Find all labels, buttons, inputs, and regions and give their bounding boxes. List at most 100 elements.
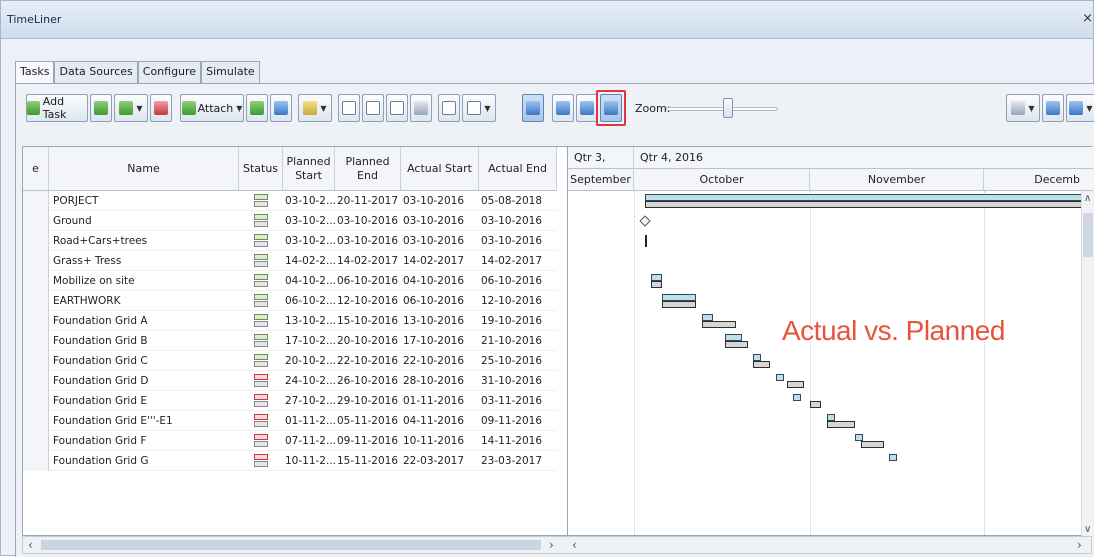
task-name-cell[interactable]: Grass+ Tress	[53, 251, 237, 271]
actual-end-cell[interactable]: 09-11-2016	[481, 411, 557, 431]
outdent-button[interactable]	[410, 94, 432, 122]
task-name-cell[interactable]: Mobilize on site	[53, 271, 237, 291]
actual-end-cell[interactable]: 14-02-2017	[481, 251, 557, 271]
add-comment-button[interactable]	[438, 94, 460, 122]
planned-end-cell[interactable]: 14-02-2017	[337, 251, 401, 271]
insert-task-button[interactable]	[90, 94, 112, 122]
planned-end-cell[interactable]: 26-10-2016	[337, 371, 401, 391]
scroll-left-icon[interactable]: ‹	[28, 538, 33, 552]
table-row[interactable]: Foundation Grid C 20-10-2... 22-10-2016 22-…	[23, 351, 557, 371]
actual-start-cell[interactable]: 10-11-2016	[403, 431, 479, 451]
task-name-cell[interactable]: Foundation Grid E'''-E1	[53, 411, 237, 431]
table-row[interactable]: Foundation Grid F 07-11-2... 09-11-2016 10-…	[23, 431, 557, 451]
actual-start-cell[interactable]: 03-10-2016	[403, 231, 479, 251]
row-selector[interactable]	[23, 391, 49, 411]
planned-start-cell[interactable]: 14-02-2...	[285, 251, 335, 271]
row-selector[interactable]	[23, 411, 49, 431]
planned-start-cell[interactable]: 10-11-2...	[285, 451, 335, 471]
close-icon[interactable]: ×	[1082, 11, 1093, 26]
actual-start-cell[interactable]: 01-11-2016	[403, 391, 479, 411]
planned-start-cell[interactable]: 03-10-2...	[285, 231, 335, 251]
actual-start-cell[interactable]: 14-02-2017	[403, 251, 479, 271]
move-up-button[interactable]	[338, 94, 360, 122]
planned-start-cell[interactable]: 17-10-2...	[285, 331, 335, 351]
planned-end-cell[interactable]: 15-10-2016	[337, 311, 401, 331]
row-selector[interactable]	[23, 251, 49, 271]
tab-tasks[interactable]: Tasks	[15, 61, 55, 84]
planned-start-cell[interactable]: 04-10-2...	[285, 271, 335, 291]
row-selector[interactable]	[23, 371, 49, 391]
find-items-button[interactable]: ▼	[298, 94, 332, 122]
show-planned-vs-actual-button[interactable]	[576, 94, 598, 122]
task-name-cell[interactable]: Foundation Grid D	[53, 371, 237, 391]
table-row[interactable]: Foundation Grid G 10-11-2... 15-11-2016 22-…	[23, 451, 557, 471]
actual-start-cell[interactable]: 28-10-2016	[403, 371, 479, 391]
gantt-horizontal-scrollbar[interactable]: ‹ ›	[567, 537, 1091, 553]
task-name-cell[interactable]: EARTHWORK	[53, 291, 237, 311]
table-row[interactable]: Ground 03-10-2... 03-10-2016 03-10-2016 03-1…	[23, 211, 557, 231]
actual-end-cell[interactable]: 23-03-2017	[481, 451, 557, 471]
planned-bar[interactable]	[645, 194, 1082, 201]
scroll-right-icon[interactable]: ›	[549, 538, 554, 552]
import-button[interactable]	[1042, 94, 1064, 122]
actual-end-cell[interactable]: 12-10-2016	[481, 291, 557, 311]
table-row[interactable]: PORJECT 03-10-2... 20-11-2017 03-10-2016 05-…	[23, 191, 557, 211]
table-row[interactable]: Foundation Grid E'''-E1 01-11-2... 05-11-2…	[23, 411, 557, 431]
indent-button[interactable]	[386, 94, 408, 122]
planned-start-cell[interactable]: 20-10-2...	[285, 351, 335, 371]
columns-button[interactable]: ▼	[462, 94, 496, 122]
planned-start-cell[interactable]: 13-10-2...	[285, 311, 335, 331]
column-header-planned-end[interactable]: Planned End	[335, 147, 401, 191]
table-row[interactable]: Mobilize on site 04-10-2... 06-10-2016 04-1…	[23, 271, 557, 291]
gantt-milestone[interactable]	[639, 215, 652, 227]
actual-end-cell[interactable]: 19-10-2016	[481, 311, 557, 331]
actual-start-cell[interactable]: 22-10-2016	[403, 351, 479, 371]
task-name-cell[interactable]: PORJECT	[53, 191, 237, 211]
row-selector[interactable]	[23, 451, 49, 471]
table-row[interactable]: Road+Cars+trees 03-10-2... 03-10-2016 03-10…	[23, 231, 557, 251]
planned-end-cell[interactable]: 15-11-2016	[337, 451, 401, 471]
column-header-status[interactable]: Status	[239, 147, 283, 191]
planned-end-cell[interactable]: 22-10-2016	[337, 351, 401, 371]
table-scrollbar-thumb[interactable]	[41, 540, 541, 550]
table-row[interactable]: EARTHWORK 06-10-2... 12-10-2016 06-10-2016 1…	[23, 291, 557, 311]
detach-button[interactable]	[270, 94, 292, 122]
actual-end-cell[interactable]: 21-10-2016	[481, 331, 557, 351]
task-name-cell[interactable]: Foundation Grid E	[53, 391, 237, 411]
planned-bar[interactable]	[753, 354, 762, 361]
delete-task-button[interactable]	[150, 94, 172, 122]
actual-end-cell[interactable]: 05-08-2018	[481, 191, 557, 211]
planned-start-cell[interactable]: 07-11-2...	[285, 431, 335, 451]
table-horizontal-scrollbar[interactable]: ‹ ›	[23, 537, 561, 553]
actual-bar[interactable]	[702, 321, 737, 328]
planned-start-cell[interactable]: 06-10-2...	[285, 291, 335, 311]
planned-start-cell[interactable]: 27-10-2...	[285, 391, 335, 411]
task-name-cell[interactable]: Foundation Grid C	[53, 351, 237, 371]
planned-start-cell[interactable]: 03-10-2...	[285, 211, 335, 231]
add-subtask-button[interactable]: ▼	[114, 94, 148, 122]
actual-start-cell[interactable]: 04-11-2016	[403, 411, 479, 431]
planned-start-cell[interactable]: 03-10-2...	[285, 191, 335, 211]
gantt-tick[interactable]	[645, 235, 648, 247]
actual-bar[interactable]	[724, 341, 748, 348]
planned-end-cell[interactable]: 20-11-2017	[337, 191, 401, 211]
planned-bar[interactable]	[651, 274, 663, 281]
actual-start-cell[interactable]: 03-10-2016	[403, 191, 479, 211]
actual-start-cell[interactable]: 04-10-2016	[403, 271, 479, 291]
table-row[interactable]: Grass+ Tress 14-02-2... 14-02-2017 14-02-20…	[23, 251, 557, 271]
task-name-cell[interactable]: Foundation Grid B	[53, 331, 237, 351]
planned-end-cell[interactable]: 05-11-2016	[337, 411, 401, 431]
column-header-name[interactable]: Name	[49, 147, 239, 191]
scroll-right-icon[interactable]: ›	[1077, 538, 1082, 552]
actual-bar[interactable]	[651, 281, 663, 288]
auto-attach-button[interactable]	[246, 94, 268, 122]
tab-configure[interactable]: Configure	[137, 61, 202, 83]
column-header-actual-start[interactable]: Actual Start	[401, 147, 479, 191]
actual-bar[interactable]	[827, 421, 856, 428]
zoom-slider-thumb[interactable]	[722, 98, 733, 118]
actual-end-cell[interactable]: 14-11-2016	[481, 431, 557, 451]
filter-button[interactable]: ▼	[1006, 94, 1040, 122]
planned-end-cell[interactable]: 29-10-2016	[337, 391, 401, 411]
row-selector[interactable]	[23, 211, 49, 231]
attach-button[interactable]: Attach ▼	[180, 94, 244, 122]
